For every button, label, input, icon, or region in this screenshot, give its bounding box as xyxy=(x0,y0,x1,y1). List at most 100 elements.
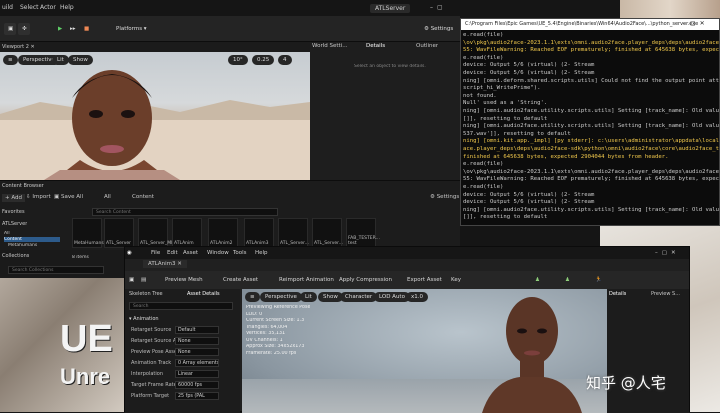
apply-compression-button[interactable]: Apply Compression xyxy=(339,277,392,283)
grid-snap[interactable]: 10° xyxy=(228,55,248,65)
property-value[interactable]: Linear xyxy=(175,370,219,378)
add-button[interactable]: + Add xyxy=(2,194,26,202)
path-content[interactable]: Content xyxy=(132,194,154,200)
menu-actor[interactable]: Actor xyxy=(40,4,56,11)
viewport-tab[interactable]: Viewport 2 ✕ xyxy=(0,42,310,52)
console-line: ning] [omni.audio2face.utility.scripts.u… xyxy=(463,108,720,114)
skip-icon[interactable]: ▸▸ xyxy=(66,23,76,35)
create-asset-button[interactable]: Create Asset xyxy=(223,277,258,283)
asset-tile[interactable]: FAB_TESTER... test xyxy=(346,218,380,248)
settings-button[interactable]: ⚙ Settings xyxy=(420,23,458,35)
show-button[interactable]: Show xyxy=(68,55,93,65)
property-value[interactable]: None xyxy=(175,337,219,345)
anim-window-controls[interactable]: –▢✕ xyxy=(655,250,680,256)
viewport-menu-icon[interactable]: ≡ xyxy=(3,55,18,65)
property-label: Interpolation xyxy=(131,371,163,377)
camera-speed[interactable]: 4 xyxy=(278,55,292,65)
console-line: device: Output 5/6 (virtual) (2- Stream xyxy=(463,199,595,206)
stop-icon[interactable]: ■ xyxy=(80,23,90,35)
console-line: e.read(file) xyxy=(463,161,504,168)
property-value[interactable]: None xyxy=(175,348,219,356)
path-all[interactable]: All xyxy=(104,194,111,200)
property-value[interactable]: 60000 fps xyxy=(175,381,219,389)
property-value[interactable]: Default xyxy=(175,326,219,334)
tab-outliner[interactable]: Outliner xyxy=(416,43,438,49)
console-window-controls[interactable]: –▢✕ xyxy=(683,20,709,27)
zhihu-watermark: 知乎 @人宅 xyxy=(586,374,666,392)
import-button[interactable]: ⇩ Import xyxy=(26,194,51,200)
animation-icon[interactable]: 🏃 xyxy=(595,277,602,283)
tree-all[interactable]: All xyxy=(4,231,10,236)
playback-speed-button[interactable]: x1.0 xyxy=(406,292,429,302)
level-viewport[interactable]: ≡ Perspective Lit Show 10° 0.25 4 xyxy=(0,52,310,180)
asset-tile[interactable]: MetaHumans xyxy=(72,218,104,248)
asset-tile[interactable]: ATL_Server... xyxy=(312,218,343,248)
menu-build[interactable]: uild xyxy=(2,4,13,11)
scale-snap[interactable]: 0.25 xyxy=(252,55,275,65)
animation-viewport[interactable]: ≡ Perspective Lit Show Character LOD Aut… xyxy=(242,289,607,413)
anim-perspective-button[interactable]: Perspective xyxy=(260,292,302,302)
tab-preview-scene[interactable]: Preview S... xyxy=(651,291,680,297)
tab-asset-details[interactable]: Asset Details xyxy=(187,291,220,297)
property-value[interactable]: 0 Array elements xyxy=(175,359,219,367)
save-icon[interactable]: ▣ xyxy=(4,23,16,35)
console-line: 55: WavFileWarning: Reached EOF prematur… xyxy=(463,47,720,54)
save-all-label: Save All xyxy=(60,194,84,200)
asset-tile[interactable]: ATL_Server_MLSGI... xyxy=(138,218,186,248)
animation-section-header[interactable]: ▾ Animation xyxy=(129,316,159,322)
platforms-button[interactable]: Platforms ▾ xyxy=(112,23,158,35)
asset-tile[interactable]: ATL_Server xyxy=(104,218,134,248)
details-search-input[interactable]: Search xyxy=(129,302,233,310)
anim-menu-help[interactable]: Help xyxy=(255,250,268,256)
export-asset-button[interactable]: Export Asset xyxy=(407,277,442,283)
skeleton-icon[interactable]: ♟ xyxy=(535,277,540,283)
mesh-icon[interactable]: ♟ xyxy=(565,277,570,283)
browse-icon[interactable]: ▤ xyxy=(141,277,146,283)
anim-menu-asset[interactable]: Asset xyxy=(183,250,198,256)
asset-tile[interactable]: ATLAnim xyxy=(172,218,202,248)
collections-search-input[interactable]: Search Collections xyxy=(8,266,104,274)
tab-skeleton-tree[interactable]: Skeleton Tree xyxy=(129,291,163,297)
content-search-input[interactable]: Search Content xyxy=(92,208,278,216)
asset-tile[interactable]: ATL_Server... xyxy=(278,218,309,248)
asset-tile[interactable]: ATLAnim3 xyxy=(244,218,274,248)
level-tab[interactable]: ATLServer xyxy=(370,4,411,13)
anim-menu-tools[interactable]: Tools xyxy=(233,250,247,256)
anim-menu-edit[interactable]: Edit xyxy=(167,250,178,256)
tab-details[interactable]: Details xyxy=(366,43,385,49)
menu-select[interactable]: Select xyxy=(20,4,39,11)
details-search-placeholder: Search xyxy=(133,304,149,309)
console-line: []], resetting to default xyxy=(463,115,548,122)
anim-menu-file[interactable]: File xyxy=(151,250,160,256)
menu-help[interactable]: Help xyxy=(60,4,74,11)
project-label[interactable]: ATLServer xyxy=(2,221,27,227)
bald-character-model xyxy=(482,297,582,413)
console-line: device: Output 5/6 (virtual) (2- Stream xyxy=(463,191,595,198)
anim-menu-window[interactable]: Window xyxy=(207,250,229,256)
tree-metahumans[interactable]: Metahumans xyxy=(8,243,37,248)
play-icon[interactable]: ▶ xyxy=(54,23,64,35)
tree-content[interactable]: Content xyxy=(4,237,60,242)
tab-anim-details[interactable]: Details xyxy=(609,291,626,297)
content-search-placeholder: Search Content xyxy=(96,210,131,215)
anim-viewport-menu-icon[interactable]: ≡ xyxy=(245,292,260,302)
preview-mesh-button[interactable]: Preview Mesh xyxy=(165,277,203,283)
property-value[interactable]: 25 fps (PAL xyxy=(175,392,219,400)
asset-tile[interactable]: ATLAnim2 xyxy=(208,218,238,248)
cb-settings-button[interactable]: ⚙ Settings xyxy=(430,194,459,200)
lit-button[interactable]: Lit xyxy=(52,55,69,65)
mode-icon[interactable]: ✜ xyxy=(18,23,30,35)
key-button[interactable]: Key xyxy=(451,277,461,283)
tab-world-settings[interactable]: World Setti... xyxy=(312,43,347,49)
anim-asset-tab[interactable]: ATLAnim3 ✕ xyxy=(143,260,187,268)
save-all-button[interactable]: ▣ Save All xyxy=(54,194,83,200)
lod-auto-button[interactable]: LOD Auto xyxy=(374,292,410,302)
content-browser: Content Browser + Add ⇩ Import ▣ Save Al… xyxy=(0,180,460,250)
window-controls[interactable]: –▢ xyxy=(430,4,447,11)
character-button[interactable]: Character xyxy=(340,292,378,302)
save-icon[interactable]: ▣ xyxy=(129,277,134,283)
reimport-animation-button[interactable]: Reimport Animation xyxy=(279,277,334,283)
asset-details-panel: Skeleton Tree Asset Details Search ▾ Ani… xyxy=(125,289,240,413)
anim-lit-button[interactable]: Lit xyxy=(300,292,317,302)
favorites-label[interactable]: Favorites xyxy=(2,209,25,215)
